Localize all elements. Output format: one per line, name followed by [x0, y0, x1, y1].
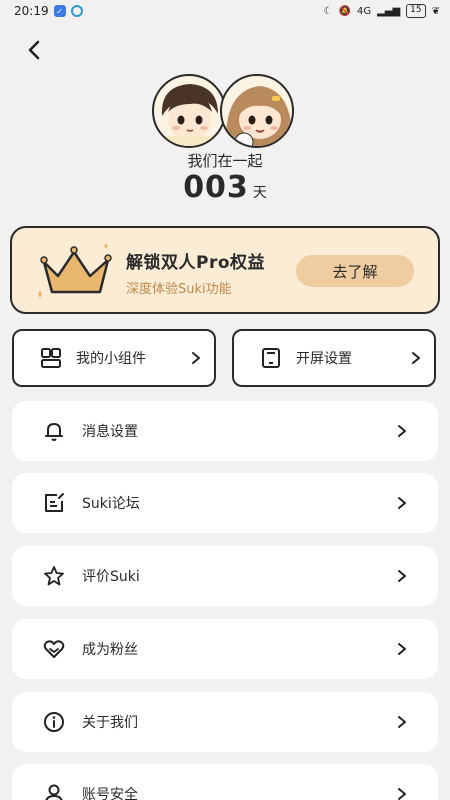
chevron-left-icon: [28, 40, 40, 60]
app-notification-icon-2: [70, 5, 83, 17]
menu-item-account-security[interactable]: 账号安全: [12, 764, 438, 800]
days-unit: 天: [252, 185, 267, 201]
menu-item-fan[interactable]: 成为粉丝: [12, 619, 438, 679]
menu-label: Suki论坛: [82, 496, 140, 512]
my-widgets-label: 我的小组件: [76, 351, 146, 367]
app-notification-icon: ✓: [53, 5, 66, 17]
menu-label: 消息设置: [82, 424, 138, 440]
splash-settings-label: 开屏设置: [296, 351, 352, 367]
pro-title: 解锁双人Pro权益: [126, 253, 266, 273]
status-time: 20:19: [14, 4, 49, 18]
menu-label: 关于我们: [82, 715, 138, 731]
crown-icon: [38, 243, 112, 298]
chevron-right-icon: [398, 425, 406, 437]
menu-item-forum[interactable]: Suki论坛: [12, 473, 438, 533]
menu-item-rate[interactable]: 评价Suki: [12, 546, 438, 606]
signal-icon: ▂▄▆: [377, 5, 401, 17]
learn-more-button[interactable]: 去了解: [296, 255, 414, 287]
forum-edit-icon: [42, 491, 66, 515]
together-label: 我们在一起: [187, 152, 263, 170]
network-label: 4G: [356, 5, 372, 17]
chevron-right-icon: [398, 716, 406, 728]
battery-indicator: 15: [406, 4, 426, 18]
chevron-right-icon: [398, 497, 406, 509]
leaf-icon: ❦: [431, 5, 440, 17]
avatar-boy[interactable]: [152, 74, 226, 148]
bell-icon: [42, 419, 66, 443]
splash-settings-card[interactable]: 开屏设置: [232, 329, 436, 387]
avatar-girl[interactable]: [220, 74, 294, 148]
chevron-right-icon: [398, 788, 406, 800]
days-number: 003: [183, 170, 249, 205]
couple-avatars[interactable]: [150, 74, 300, 148]
heart-icon: [42, 637, 66, 661]
widget-icon: [40, 347, 62, 369]
my-widgets-card[interactable]: 我的小组件: [12, 329, 216, 387]
moon-icon: ☾: [323, 5, 333, 17]
phone-screen-icon: [260, 347, 282, 369]
chevron-right-icon: [398, 570, 406, 582]
pro-banner[interactable]: 解锁双人Pro权益 深度体验Suki功能 去了解: [10, 226, 440, 314]
chevron-right-icon: [412, 352, 420, 364]
mute-icon: 🔕: [338, 5, 351, 17]
menu-item-about[interactable]: 关于我们: [12, 692, 438, 752]
back-button[interactable]: [20, 36, 48, 64]
menu-item-notifications[interactable]: 消息设置: [12, 401, 438, 461]
chevron-right-icon: [398, 643, 406, 655]
chevron-right-icon: [192, 352, 200, 364]
days-counter: 003 天: [0, 170, 450, 205]
pro-subtitle: 深度体验Suki功能: [126, 282, 232, 297]
menu-label: 评价Suki: [82, 569, 140, 585]
user-icon: [42, 782, 66, 800]
status-bar: 20:19 ✓ ☾ 🔕 4G ▂▄▆ 15 ❦: [0, 0, 450, 22]
menu-label: 账号安全: [82, 787, 138, 800]
star-icon: [42, 564, 66, 588]
menu-label: 成为粉丝: [82, 642, 138, 658]
info-icon: [42, 710, 66, 734]
